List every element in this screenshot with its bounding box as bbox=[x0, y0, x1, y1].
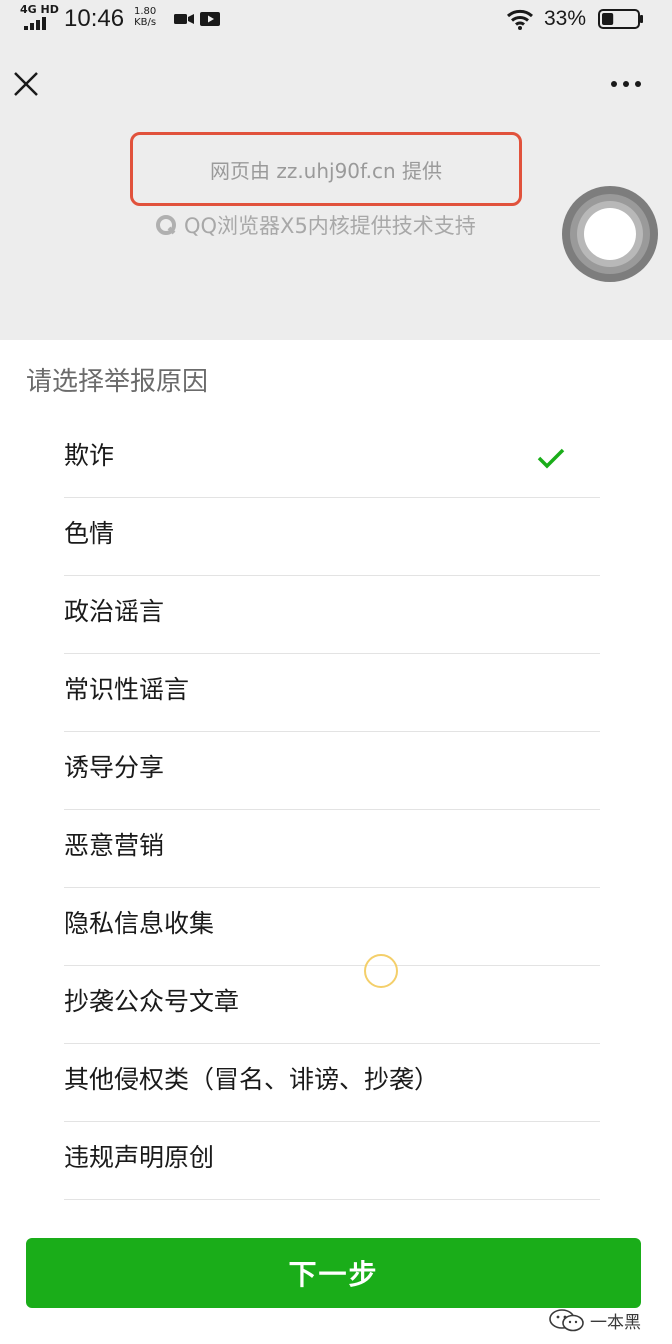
reason-label: 恶意营销 bbox=[64, 831, 165, 860]
battery-icon bbox=[598, 9, 643, 29]
reason-label: 色情 bbox=[64, 519, 115, 548]
wifi-icon bbox=[507, 9, 533, 30]
touch-indicator bbox=[364, 954, 398, 988]
next-step-button[interactable]: 下一步 bbox=[26, 1238, 641, 1308]
battery-percentage: 33% bbox=[544, 7, 587, 30]
clock: 10:46 bbox=[64, 5, 125, 32]
reason-list: 欺诈 色情 政治谣言 常识性谣言 诱导分享 恶意营销 隐私信息收集 抄袭公众号文… bbox=[64, 420, 600, 1200]
reason-label: 诱导分享 bbox=[64, 753, 165, 782]
reason-item-induced-sharing[interactable]: 诱导分享 bbox=[64, 732, 600, 810]
close-icon[interactable] bbox=[10, 68, 42, 100]
top-nav-bar bbox=[0, 40, 672, 130]
reason-label: 常识性谣言 bbox=[64, 675, 190, 704]
reason-item-malicious-marketing[interactable]: 恶意营销 bbox=[64, 810, 600, 888]
browser-support-line: QQ浏览器X5内核提供技术支持 bbox=[156, 210, 476, 240]
report-title: 请选择举报原因 bbox=[26, 367, 209, 397]
reason-label: 抄袭公众号文章 bbox=[64, 987, 240, 1016]
network-type: 4G HD bbox=[20, 3, 59, 16]
reason-item-false-originality[interactable]: 违规声明原创 bbox=[64, 1122, 600, 1200]
reason-item-privacy-collection[interactable]: 隐私信息收集 bbox=[64, 888, 600, 966]
browser-support-text: QQ浏览器X5内核提供技术支持 bbox=[184, 214, 476, 238]
watermark-text: 一本黑 bbox=[590, 1312, 641, 1333]
network-speed: 1.80 KB/s bbox=[134, 6, 156, 28]
floating-ball-icon[interactable] bbox=[560, 184, 660, 284]
reason-item-political-rumor[interactable]: 政治谣言 bbox=[64, 576, 600, 654]
reason-item-plagiarism[interactable]: 抄袭公众号文章 bbox=[64, 966, 600, 1044]
speed-unit: KB/s bbox=[134, 17, 157, 28]
wechat-icon bbox=[549, 1309, 584, 1332]
qq-browser-icon bbox=[156, 215, 176, 235]
signal-icon bbox=[24, 16, 52, 30]
reason-item-common-sense-rumor[interactable]: 常识性谣言 bbox=[64, 654, 600, 732]
reason-item-pornography[interactable]: 色情 bbox=[64, 498, 600, 576]
status-bar: 4G HD 10:46 1.80 KB/s 33% bbox=[0, 0, 672, 40]
watermark: 一本黑 bbox=[548, 1300, 641, 1340]
web-info-area: 网页由 zz.uhj90f.cn 提供 QQ浏览器X5内核提供技术支持 bbox=[0, 130, 672, 340]
reason-label: 欺诈 bbox=[64, 441, 115, 470]
report-sheet: 请选择举报原因 欺诈 色情 政治谣言 常识性谣言 诱导分享 恶意营销 隐私信息收… bbox=[0, 340, 672, 1344]
reason-item-fraud[interactable]: 欺诈 bbox=[64, 420, 600, 498]
video-icon bbox=[200, 12, 220, 26]
reason-item-other-infringement[interactable]: 其他侵权类（冒名、诽谤、抄袭） bbox=[64, 1044, 600, 1122]
speed-value: 1.80 bbox=[134, 6, 157, 17]
reason-label: 隐私信息收集 bbox=[64, 909, 215, 938]
camera-icon bbox=[174, 14, 194, 24]
reason-label: 其他侵权类（冒名、诽谤、抄袭） bbox=[64, 1065, 440, 1094]
checkmark-icon bbox=[537, 448, 565, 469]
more-icon[interactable] bbox=[606, 76, 646, 92]
reason-label: 政治谣言 bbox=[64, 597, 165, 626]
provider-text: 网页由 zz.uhj90f.cn 提供 bbox=[209, 158, 443, 183]
reason-label: 违规声明原创 bbox=[64, 1143, 215, 1172]
